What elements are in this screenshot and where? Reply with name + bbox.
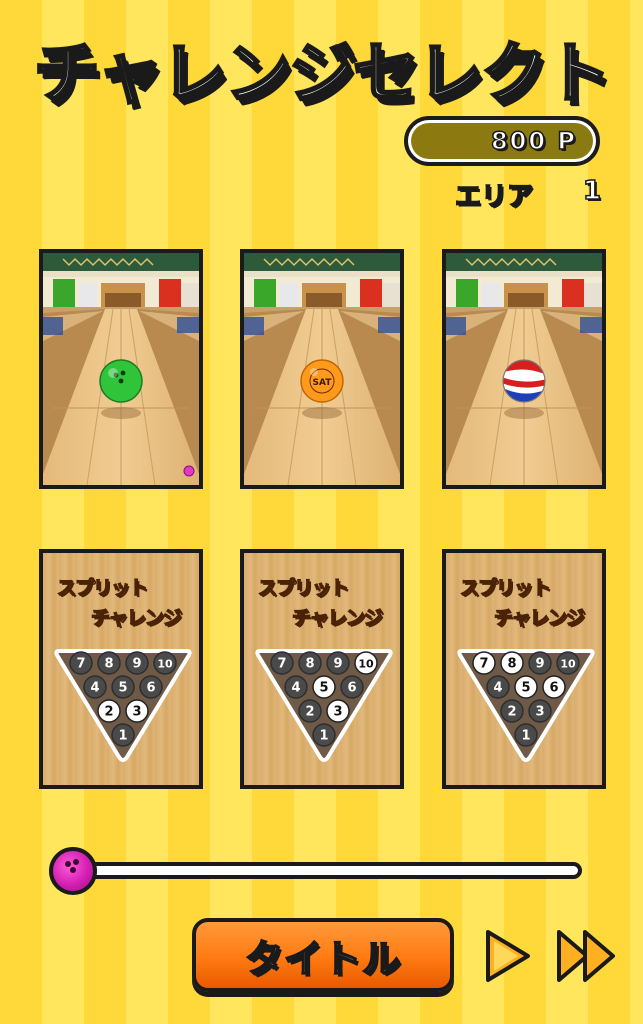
challenge-card-2-preview[interactable]: SAT — [240, 249, 404, 489]
pin-number-8: 8 — [507, 657, 516, 672]
pin-number-6: 6 — [146, 681, 155, 696]
pin-number-3: 3 — [333, 705, 342, 720]
fast-forward-icon[interactable] — [555, 928, 619, 984]
pin-number-4: 4 — [291, 681, 300, 696]
title-button-label: タイトル — [244, 936, 401, 982]
pin-diagram-3: 12 3 4 5 6 7 8 9 10 — [457, 649, 595, 762]
split-title-line2: チャレンジ — [90, 606, 182, 629]
pin-number-2: 2 — [305, 705, 314, 720]
pin-diagram-1: 12 3 4 5 6 7 8 9 10 — [54, 649, 192, 762]
pin-number-7: 7 — [277, 657, 286, 672]
tricolor-ball-icon-lane — [446, 253, 602, 485]
pin-number-5: 5 — [118, 681, 127, 696]
split-challenge-card-3[interactable]: スプリット チャレンジ 1 2 3 4 5 6 7 8 9 10 — [442, 549, 606, 789]
pin-number-1: 1 — [319, 729, 328, 744]
split-challenge-card-2[interactable]: スプリット チャレンジ 1 2 3 4 5 6 7 8 9 10 — [240, 549, 404, 789]
split-title-line1: スプリット — [56, 576, 148, 599]
pin-number-7: 7 — [76, 657, 85, 672]
pin-number-4: 4 — [493, 681, 502, 696]
title-button[interactable]: タイトル — [192, 918, 454, 992]
ball-sat-label: SAT — [313, 378, 333, 388]
pin-number-1: 1 — [118, 729, 127, 744]
pin-number-10: 10 — [560, 658, 576, 671]
pin-number-2: 2 — [507, 705, 516, 720]
points-value: 800 P — [490, 126, 577, 156]
pin-number-8: 8 — [104, 657, 113, 672]
area-number: 1 — [582, 175, 602, 207]
pin-number-9: 9 — [333, 657, 342, 672]
area-indicator: エリア 1 — [454, 175, 605, 213]
pin-number-6: 6 — [549, 681, 558, 696]
play-icon[interactable] — [482, 928, 532, 984]
split-title-line2: チャレンジ — [291, 606, 383, 629]
pin-number-7: 7 — [479, 657, 488, 672]
orange-sat-ball-icon-lane: SAT — [244, 253, 400, 485]
challenge-card-1-preview[interactable] — [39, 249, 203, 489]
pin-number-4: 4 — [90, 681, 99, 696]
page-slider-handle[interactable] — [49, 847, 97, 895]
pin-number-8: 8 — [305, 657, 314, 672]
split-title-line1: スプリット — [257, 576, 349, 599]
pin-number-3: 3 — [535, 705, 544, 720]
pin-number-10: 10 — [358, 658, 374, 671]
area-label: エリア — [454, 181, 534, 213]
pin-number-5: 5 — [521, 681, 530, 696]
pin-number-3: 3 — [132, 705, 141, 720]
green-ball-icon-lane — [43, 253, 199, 485]
pin-number-5: 5 — [319, 681, 328, 696]
challenge-card-3-preview[interactable] — [442, 249, 606, 489]
pin-number-9: 9 — [132, 657, 141, 672]
page-title: チャレンジセレクト — [32, 34, 612, 114]
split-title-line2: チャレンジ — [493, 606, 585, 629]
pin-diagram-2: 12 3 4 5 6 7 8 9 10 — [255, 649, 393, 762]
pin-number-10: 10 — [157, 658, 173, 671]
pin-number-9: 9 — [535, 657, 544, 672]
points-display: 800 P — [404, 116, 600, 166]
page-slider-track[interactable] — [70, 862, 582, 879]
pin-number-6: 6 — [347, 681, 356, 696]
split-challenge-card-1[interactable]: スプリット チャレンジ 1 2 3 4 5 6 7 8 9 10 — [39, 549, 203, 789]
split-title-line1: スプリット — [459, 576, 551, 599]
pin-number-2: 2 — [104, 705, 113, 720]
pin-number-1: 1 — [521, 729, 530, 744]
